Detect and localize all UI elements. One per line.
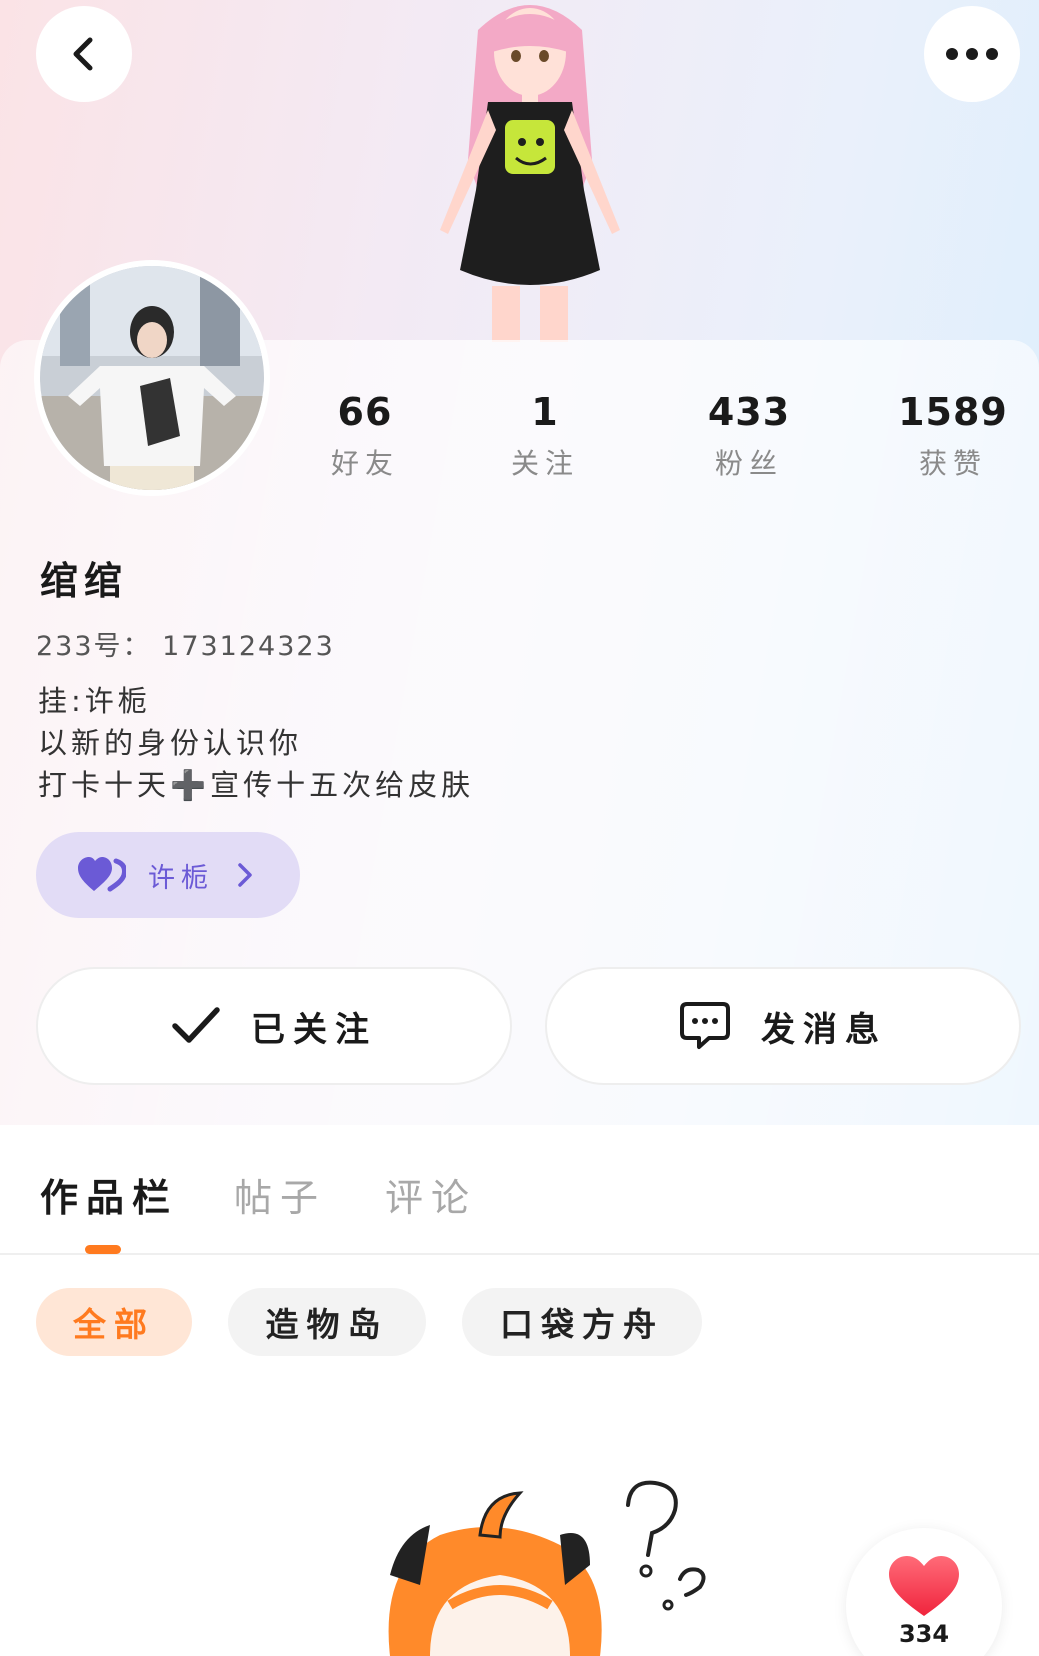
stat-value: 433 xyxy=(707,390,791,434)
stat-value: 1 xyxy=(531,390,559,434)
back-button[interactable] xyxy=(36,6,132,102)
followed-button[interactable]: 已关注 xyxy=(36,967,512,1085)
tab-comments[interactable]: 评论 xyxy=(385,1167,477,1222)
more-dots-icon xyxy=(946,48,998,60)
stat-label: 获赞 xyxy=(918,447,987,480)
user-id-value: 173124323 xyxy=(162,631,335,662)
relationship-tag[interactable]: 许栀 xyxy=(36,832,300,918)
checkmark-icon xyxy=(172,1007,220,1043)
tag-label: 许栀 xyxy=(148,862,214,894)
like-button[interactable]: 334 xyxy=(846,1528,1002,1656)
heart-icon xyxy=(889,1556,959,1616)
stat-value: 66 xyxy=(337,390,393,434)
stat-label: 关注 xyxy=(510,447,579,480)
bio-line: 挂:许栀 xyxy=(38,684,151,718)
stat-following[interactable]: 1 关注 xyxy=(470,388,620,486)
stat-label: 粉丝 xyxy=(714,447,783,480)
filter-all[interactable]: 全部 xyxy=(36,1288,192,1356)
content-tabs: 作品栏 帖子 评论 xyxy=(0,1125,1039,1255)
send-message-label: 发消息 xyxy=(761,1009,887,1050)
send-message-button[interactable]: 发消息 xyxy=(545,967,1021,1085)
bio: 挂:许栀 以新的身份认识你 打卡十天➕宣传十五次给皮肤 xyxy=(38,680,474,806)
tab-works[interactable]: 作品栏 xyxy=(40,1167,178,1222)
filter-pocket-ark[interactable]: 口袋方舟 xyxy=(462,1288,702,1356)
user-id: 233号： 173124323 xyxy=(36,624,335,663)
heart-pair-icon xyxy=(78,857,126,892)
like-count: 334 xyxy=(898,1620,950,1648)
bio-line: 以新的身份认识你 xyxy=(38,726,303,760)
character-avatar-3d xyxy=(440,5,620,342)
more-options-button[interactable] xyxy=(924,6,1020,102)
user-id-label: 233号： xyxy=(36,631,152,662)
empty-state-mascot xyxy=(388,1480,706,1656)
stat-followers[interactable]: 433 粉丝 xyxy=(674,388,824,486)
followed-label: 已关注 xyxy=(251,1009,377,1050)
avatar-photo xyxy=(40,266,264,490)
stat-value: 1589 xyxy=(898,390,1008,434)
bio-line: 打卡十天➕宣传十五次给皮肤 xyxy=(38,768,475,802)
chat-bubble-icon xyxy=(680,1002,730,1049)
stat-likes[interactable]: 1589 获赞 xyxy=(878,388,1028,486)
avatar[interactable] xyxy=(34,260,270,496)
username: 绾绾 xyxy=(40,559,129,603)
chevron-right-icon xyxy=(238,863,252,887)
filter-creation-island[interactable]: 造物岛 xyxy=(228,1288,426,1356)
active-tab-indicator xyxy=(85,1245,121,1254)
stat-friends[interactable]: 66 好友 xyxy=(290,388,440,486)
tab-posts[interactable]: 帖子 xyxy=(234,1167,326,1222)
stat-label: 好友 xyxy=(330,447,399,480)
chevron-left-icon xyxy=(73,37,93,71)
